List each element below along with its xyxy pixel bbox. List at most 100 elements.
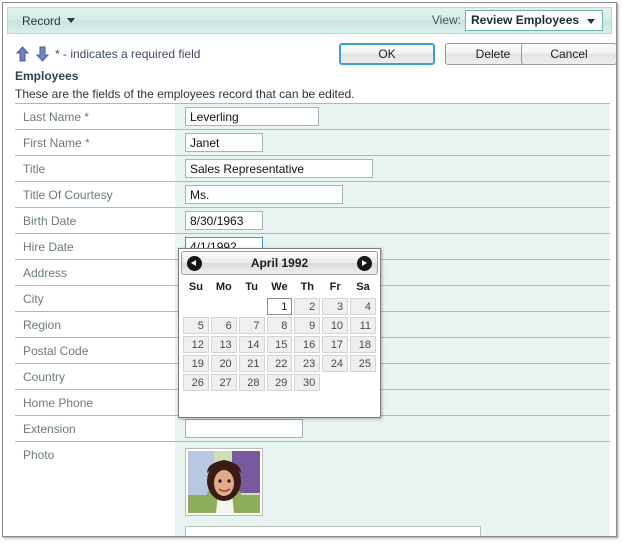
- page-description: These are the fields of the employees re…: [15, 87, 355, 101]
- ok-button[interactable]: OK: [339, 43, 435, 65]
- calendar-day-cell[interactable]: 20: [210, 355, 237, 372]
- form-row: Photo Click here to upload or clear emplo…: [15, 441, 610, 536]
- field-label: Birth Date: [15, 208, 175, 233]
- form-row: Last Name * Leverling: [15, 103, 610, 129]
- field-value-cell: Ms.: [175, 182, 610, 207]
- calendar-day-cell[interactable]: 27: [210, 374, 237, 391]
- field-label: Title: [15, 156, 175, 181]
- calendar-day-cell[interactable]: 1: [266, 298, 293, 315]
- required-field-note: * - indicates a required field: [55, 47, 201, 61]
- field-input-last-name[interactable]: Leverling: [185, 107, 319, 126]
- form-row: Birth Date 8/30/1963: [15, 207, 610, 233]
- calendar-empty-cell: [211, 298, 237, 315]
- date-picker-popup: April 1992 Su Mo Tu We Th Fr Sa 1 2 3 4 5 6 7 8 9 10 11 12…: [178, 248, 381, 418]
- field-label: Region: [15, 312, 175, 337]
- required-asterisk: *: [81, 136, 90, 150]
- chevron-down-icon: [66, 18, 75, 24]
- required-asterisk: *: [81, 110, 90, 124]
- calendar-weekday-header: Th: [300, 281, 315, 293]
- photo-hint-prefix: Click: [194, 534, 223, 536]
- calendar-day-cell[interactable]: 2: [294, 298, 321, 315]
- record-menu-button[interactable]: Record: [16, 12, 81, 31]
- field-label: Country: [15, 364, 175, 389]
- calendar-day-cell[interactable]: 15: [266, 336, 293, 353]
- calendar-day-cell[interactable]: 7: [238, 317, 265, 334]
- calendar-prev-month-button[interactable]: [187, 256, 202, 271]
- field-label: Home Phone: [15, 390, 175, 415]
- calendar-day-cell[interactable]: 26: [183, 374, 209, 391]
- arrow-right-icon: [362, 260, 367, 266]
- calendar-week-row: 1234: [183, 298, 376, 315]
- calendar-weekday-header: Sa: [356, 281, 370, 293]
- field-label: Hire Date: [15, 234, 175, 259]
- calendar-grid: Su Mo Tu We Th Fr Sa 1 2 3 4 5 6 7 8 9 10 11 12 13 14 15 16 17 1…: [181, 277, 378, 393]
- calendar-day-cell[interactable]: 18: [350, 336, 376, 353]
- field-value-cell: Leverling: [175, 104, 610, 129]
- calendar-day-cell[interactable]: 17: [322, 336, 349, 353]
- calendar-day-cell[interactable]: 22: [266, 355, 293, 372]
- field-label: Postal Code: [15, 338, 175, 363]
- form-row: Extension: [15, 415, 610, 441]
- calendar-day-cell[interactable]: 6: [210, 317, 237, 334]
- calendar-week-row: 5 6 7 8 9 10 11: [183, 317, 376, 334]
- field-label: Last Name *: [15, 104, 175, 129]
- calendar-week-row: 19 20 21 22 23 24 25: [183, 355, 376, 372]
- field-value-cell: Janet: [175, 130, 610, 155]
- calendar-empty-cell: [322, 374, 348, 391]
- calendar-empty-cell: [350, 374, 376, 391]
- arrow-down-icon[interactable]: [35, 46, 50, 62]
- cancel-button[interactable]: Cancel: [521, 43, 616, 65]
- calendar-day-cell[interactable]: 30: [294, 374, 321, 391]
- calendar-weekday-header: Mo: [215, 281, 232, 293]
- field-input-extension[interactable]: [185, 419, 303, 438]
- calendar-day-cell[interactable]: 13: [210, 336, 237, 353]
- calendar-week-row: 12 13 14 15 16 17 18: [183, 336, 376, 353]
- field-input-first-name[interactable]: Janet: [185, 133, 263, 152]
- calendar-day-cell[interactable]: 24: [322, 355, 349, 372]
- view-select[interactable]: Review Employees: [465, 10, 603, 31]
- calendar-day-cell[interactable]: 5: [183, 317, 209, 334]
- calendar-day-cell[interactable]: 10: [322, 317, 349, 334]
- view-select-value: Review Employees: [471, 13, 580, 27]
- calendar-day-cell[interactable]: 23: [294, 355, 321, 372]
- chevron-down-icon: [587, 19, 595, 24]
- calendar-day-cell[interactable]: 8: [266, 317, 293, 334]
- record-editor-window: Record View: Review Employees * - indica…: [2, 2, 617, 537]
- calendar-empty-cell: [183, 298, 209, 315]
- field-label: Extension: [15, 416, 175, 441]
- record-menu-label: Record: [22, 14, 61, 28]
- calendar-empty-cell: [239, 298, 265, 315]
- calendar-day-cell[interactable]: 12: [183, 336, 209, 353]
- field-label: Title Of Courtesy: [15, 182, 175, 207]
- calendar-day-cell[interactable]: 21: [238, 355, 265, 372]
- calendar-weekday-header: We: [271, 281, 288, 293]
- calendar-day-cell[interactable]: 16: [294, 336, 321, 353]
- field-input-title-of-courtesy[interactable]: Ms.: [185, 185, 343, 204]
- field-label: City: [15, 286, 175, 311]
- field-label: Address: [15, 260, 175, 285]
- calendar-day-cell[interactable]: 9: [294, 317, 321, 334]
- calendar-day-cell[interactable]: 3: [322, 298, 349, 315]
- page-title: Employees: [15, 69, 79, 83]
- photo-upload-link[interactable]: here: [223, 534, 247, 536]
- employee-photo: [185, 448, 263, 516]
- calendar-day-cell[interactable]: 14: [238, 336, 265, 353]
- calendar-day-cell[interactable]: 19: [183, 355, 209, 372]
- calendar-day-cell[interactable]: 11: [350, 317, 376, 334]
- form-row: Title Sales Representative: [15, 155, 610, 181]
- arrow-up-icon[interactable]: [15, 46, 30, 62]
- calendar-day-cell[interactable]: 4: [350, 298, 376, 315]
- calendar-day-cell[interactable]: 28: [238, 374, 265, 391]
- top-toolbar: Record View: Review Employees: [7, 7, 612, 34]
- field-input-birth-date[interactable]: 8/30/1963: [185, 211, 263, 230]
- form-row: First Name * Janet: [15, 129, 610, 155]
- calendar-weekday-header: Su: [188, 281, 203, 293]
- field-value-cell: [175, 416, 610, 441]
- calendar-day-cell[interactable]: 29: [266, 374, 293, 391]
- calendar-next-month-button[interactable]: [357, 256, 372, 271]
- calendar-title: April 1992: [250, 256, 309, 270]
- field-value-cell: 8/30/1963: [175, 208, 610, 233]
- field-input-title[interactable]: Sales Representative: [185, 159, 373, 178]
- field-value-cell: Click here to upload or clear employees …: [175, 442, 610, 536]
- calendar-day-cell[interactable]: 25: [350, 355, 376, 372]
